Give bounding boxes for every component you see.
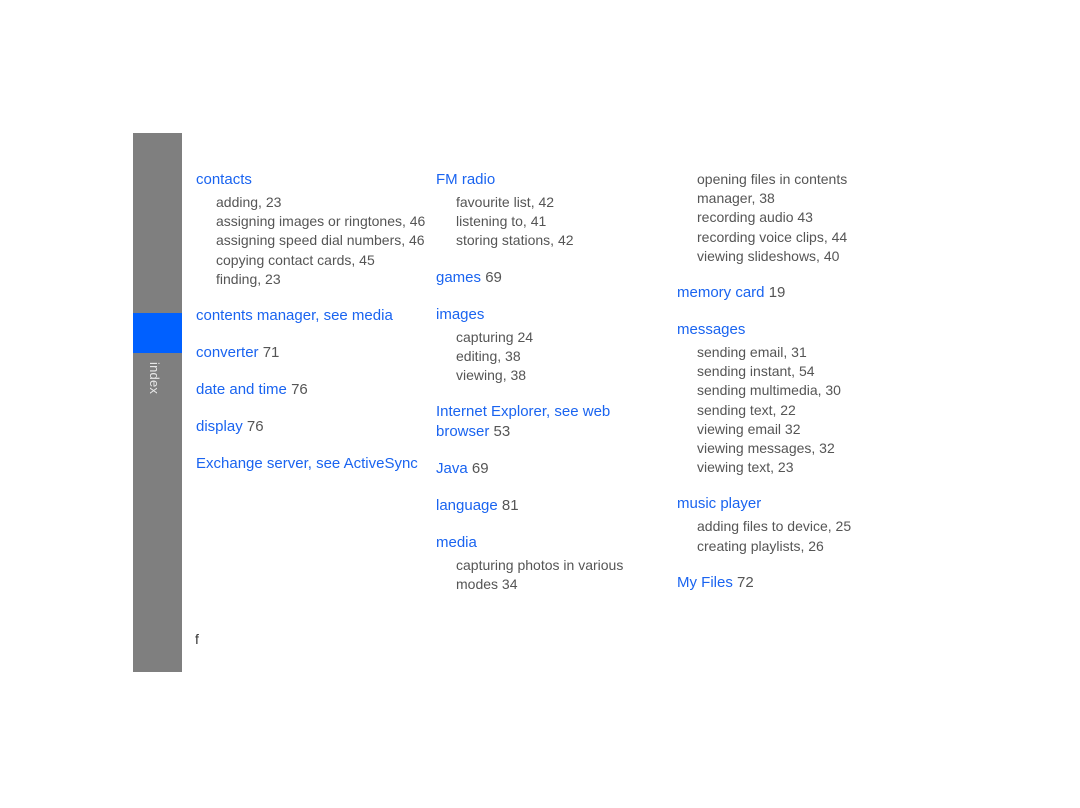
index-subentry: capturing photos in various modes 34 bbox=[456, 557, 624, 593]
page-number: 69 bbox=[485, 268, 502, 286]
page-number: 76 bbox=[291, 381, 308, 399]
page-number: 81 bbox=[501, 497, 519, 515]
index-subentry: adding files to device, 25 bbox=[697, 518, 852, 535]
index-heading-text[interactable]: contacts bbox=[196, 171, 252, 188]
index-heading[interactable]: images bbox=[436, 305, 666, 325]
index-entry: images capturing 24 editing, 38 viewing, 38 bbox=[436, 305, 666, 386]
page-footer-letter: f bbox=[195, 631, 199, 647]
index-heading-text[interactable]: music player bbox=[677, 495, 761, 512]
index-entry: display 76 bbox=[196, 417, 426, 437]
index-heading-text[interactable]: games bbox=[436, 269, 481, 286]
index-heading[interactable]: language 81 bbox=[436, 496, 666, 516]
index-subentry: sending multimedia, 30 bbox=[697, 382, 841, 399]
index-subentry: sending text, 22 bbox=[697, 401, 796, 418]
page-number: 19 bbox=[768, 284, 786, 302]
index-heading-text[interactable]: memory card bbox=[677, 284, 765, 301]
index-heading-text[interactable]: FM radio bbox=[436, 171, 495, 188]
index-subentry: listening to, 41 bbox=[456, 213, 547, 230]
index-subentries: capturing 24 editing, 38 viewing, 38 bbox=[436, 328, 666, 386]
index-heading-text[interactable]: Internet Explorer, see web browser bbox=[436, 403, 610, 440]
index-subentry: copying contact cards, 45 bbox=[216, 251, 375, 268]
page-number: 69 bbox=[471, 460, 489, 478]
index-subentry: finding, 23 bbox=[216, 270, 281, 287]
index-heading[interactable]: contacts bbox=[196, 170, 426, 190]
index-heading[interactable]: media bbox=[436, 533, 666, 553]
index-subentry: recording audio 43 bbox=[697, 209, 813, 226]
index-subentries: favourite list, 42 listening to, 41 storin… bbox=[436, 193, 666, 251]
index-entry: Internet Explorer, see web browser 53 bbox=[436, 402, 666, 442]
index-subentries: adding files to device, 25 creating playl… bbox=[677, 517, 907, 555]
index-subentries: sending email, 31 sending instant, 54 send… bbox=[677, 343, 907, 477]
index-entry: FM radio favourite list, 42 listening to, … bbox=[436, 170, 666, 251]
index-entry: contents manager, see media bbox=[196, 306, 426, 326]
index-heading-text[interactable]: date and time bbox=[196, 381, 287, 398]
index-entry: Java 69 bbox=[436, 459, 666, 479]
index-heading-text[interactable]: language bbox=[436, 497, 498, 514]
index-subentry: sending email, 31 bbox=[697, 344, 807, 361]
index-heading[interactable]: Java 69 bbox=[436, 459, 666, 479]
index-subentry: recording voice clips, 44 bbox=[697, 228, 848, 245]
index-column-2: FM radio favourite list, 42 listening to, … bbox=[436, 170, 666, 612]
index-heading[interactable]: music player bbox=[677, 494, 907, 514]
index-heading[interactable]: games 69 bbox=[436, 268, 666, 288]
index-subentry: favourite list, 42 bbox=[456, 194, 555, 210]
index-entry: contacts adding, 23 assigning images or ri… bbox=[196, 170, 426, 289]
section-sidebar: index bbox=[133, 133, 182, 672]
index-heading[interactable]: display 76 bbox=[196, 417, 426, 437]
index-heading[interactable]: messages bbox=[677, 320, 907, 340]
index-heading-text[interactable]: converter bbox=[196, 344, 259, 361]
index-heading[interactable]: My Files 72 bbox=[677, 573, 907, 593]
index-subentry: viewing slideshows, 40 bbox=[697, 247, 840, 264]
index-heading-text[interactable]: Exchange server, see ActiveSync bbox=[196, 455, 418, 472]
index-heading[interactable]: contents manager, see media bbox=[196, 306, 426, 326]
index-subentries: adding, 23 assigning images or ringtones,… bbox=[196, 193, 426, 289]
index-subentry: opening files in contents manager, 38 bbox=[697, 171, 848, 207]
index-heading-text[interactable]: My Files bbox=[677, 574, 733, 591]
index-heading[interactable]: memory card 19 bbox=[677, 283, 907, 303]
index-heading[interactable]: Exchange server, see ActiveSync bbox=[196, 454, 426, 474]
page-number: 71 bbox=[262, 344, 280, 362]
index-heading[interactable]: Internet Explorer, see web browser 53 bbox=[436, 402, 666, 442]
index-heading-text[interactable]: Java bbox=[436, 460, 468, 477]
index-heading-text[interactable]: images bbox=[436, 306, 484, 323]
index-subentry: viewing messages, 32 bbox=[697, 440, 835, 457]
index-entry: converter 71 bbox=[196, 343, 426, 363]
index-subentry: viewing text, 23 bbox=[697, 459, 794, 476]
page-number: 53 bbox=[493, 423, 511, 441]
index-subentry: viewing email 32 bbox=[697, 420, 801, 437]
index-subentries: capturing photos in various modes 34 bbox=[436, 556, 666, 594]
index-entry: games 69 bbox=[436, 268, 666, 288]
index-entry: music player adding files to device, 25 cr… bbox=[677, 494, 907, 555]
index-subentry: assigning images or ringtones, 46 bbox=[216, 213, 426, 230]
index-heading-text[interactable]: display bbox=[196, 418, 243, 435]
index-entry: language 81 bbox=[436, 496, 666, 516]
index-subentry: capturing 24 bbox=[456, 328, 534, 345]
index-heading-text[interactable]: messages bbox=[677, 321, 745, 338]
index-subentry: editing, 38 bbox=[456, 347, 521, 364]
index-subentry: creating playlists, 26 bbox=[697, 537, 824, 554]
index-subentry: storing stations, 42 bbox=[456, 232, 574, 249]
index-entry: memory card 19 bbox=[677, 283, 907, 303]
index-heading-text[interactable]: media bbox=[436, 534, 477, 551]
index-subentry: sending instant, 54 bbox=[697, 363, 815, 380]
index-entry: My Files 72 bbox=[677, 573, 907, 593]
continued-subentries: opening files in contents manager, 38 rec… bbox=[677, 170, 907, 266]
index-heading-text[interactable]: contents manager, see media bbox=[196, 307, 393, 324]
page-number: 72 bbox=[737, 573, 754, 591]
index-heading[interactable]: date and time 76 bbox=[196, 380, 426, 400]
index-entry: messages sending email, 31 sending instant… bbox=[677, 320, 907, 477]
section-label: index bbox=[147, 362, 162, 395]
index-column-1: contacts adding, 23 assigning images or ri… bbox=[196, 170, 426, 491]
page-number: 76 bbox=[246, 418, 264, 436]
index-heading[interactable]: FM radio bbox=[436, 170, 666, 190]
index-entry: date and time 76 bbox=[196, 380, 426, 400]
index-entry: Exchange server, see ActiveSync bbox=[196, 454, 426, 474]
index-entry: media capturing photos in various modes 3… bbox=[436, 533, 666, 594]
index-subentry: adding, 23 bbox=[216, 194, 282, 210]
index-column-3: opening files in contents manager, 38 rec… bbox=[677, 170, 907, 610]
index-subentry: viewing, 38 bbox=[456, 367, 527, 384]
section-tab-marker bbox=[133, 313, 182, 353]
index-heading[interactable]: converter 71 bbox=[196, 343, 426, 363]
index-subentry: assigning speed dial numbers, 46 bbox=[216, 232, 425, 249]
